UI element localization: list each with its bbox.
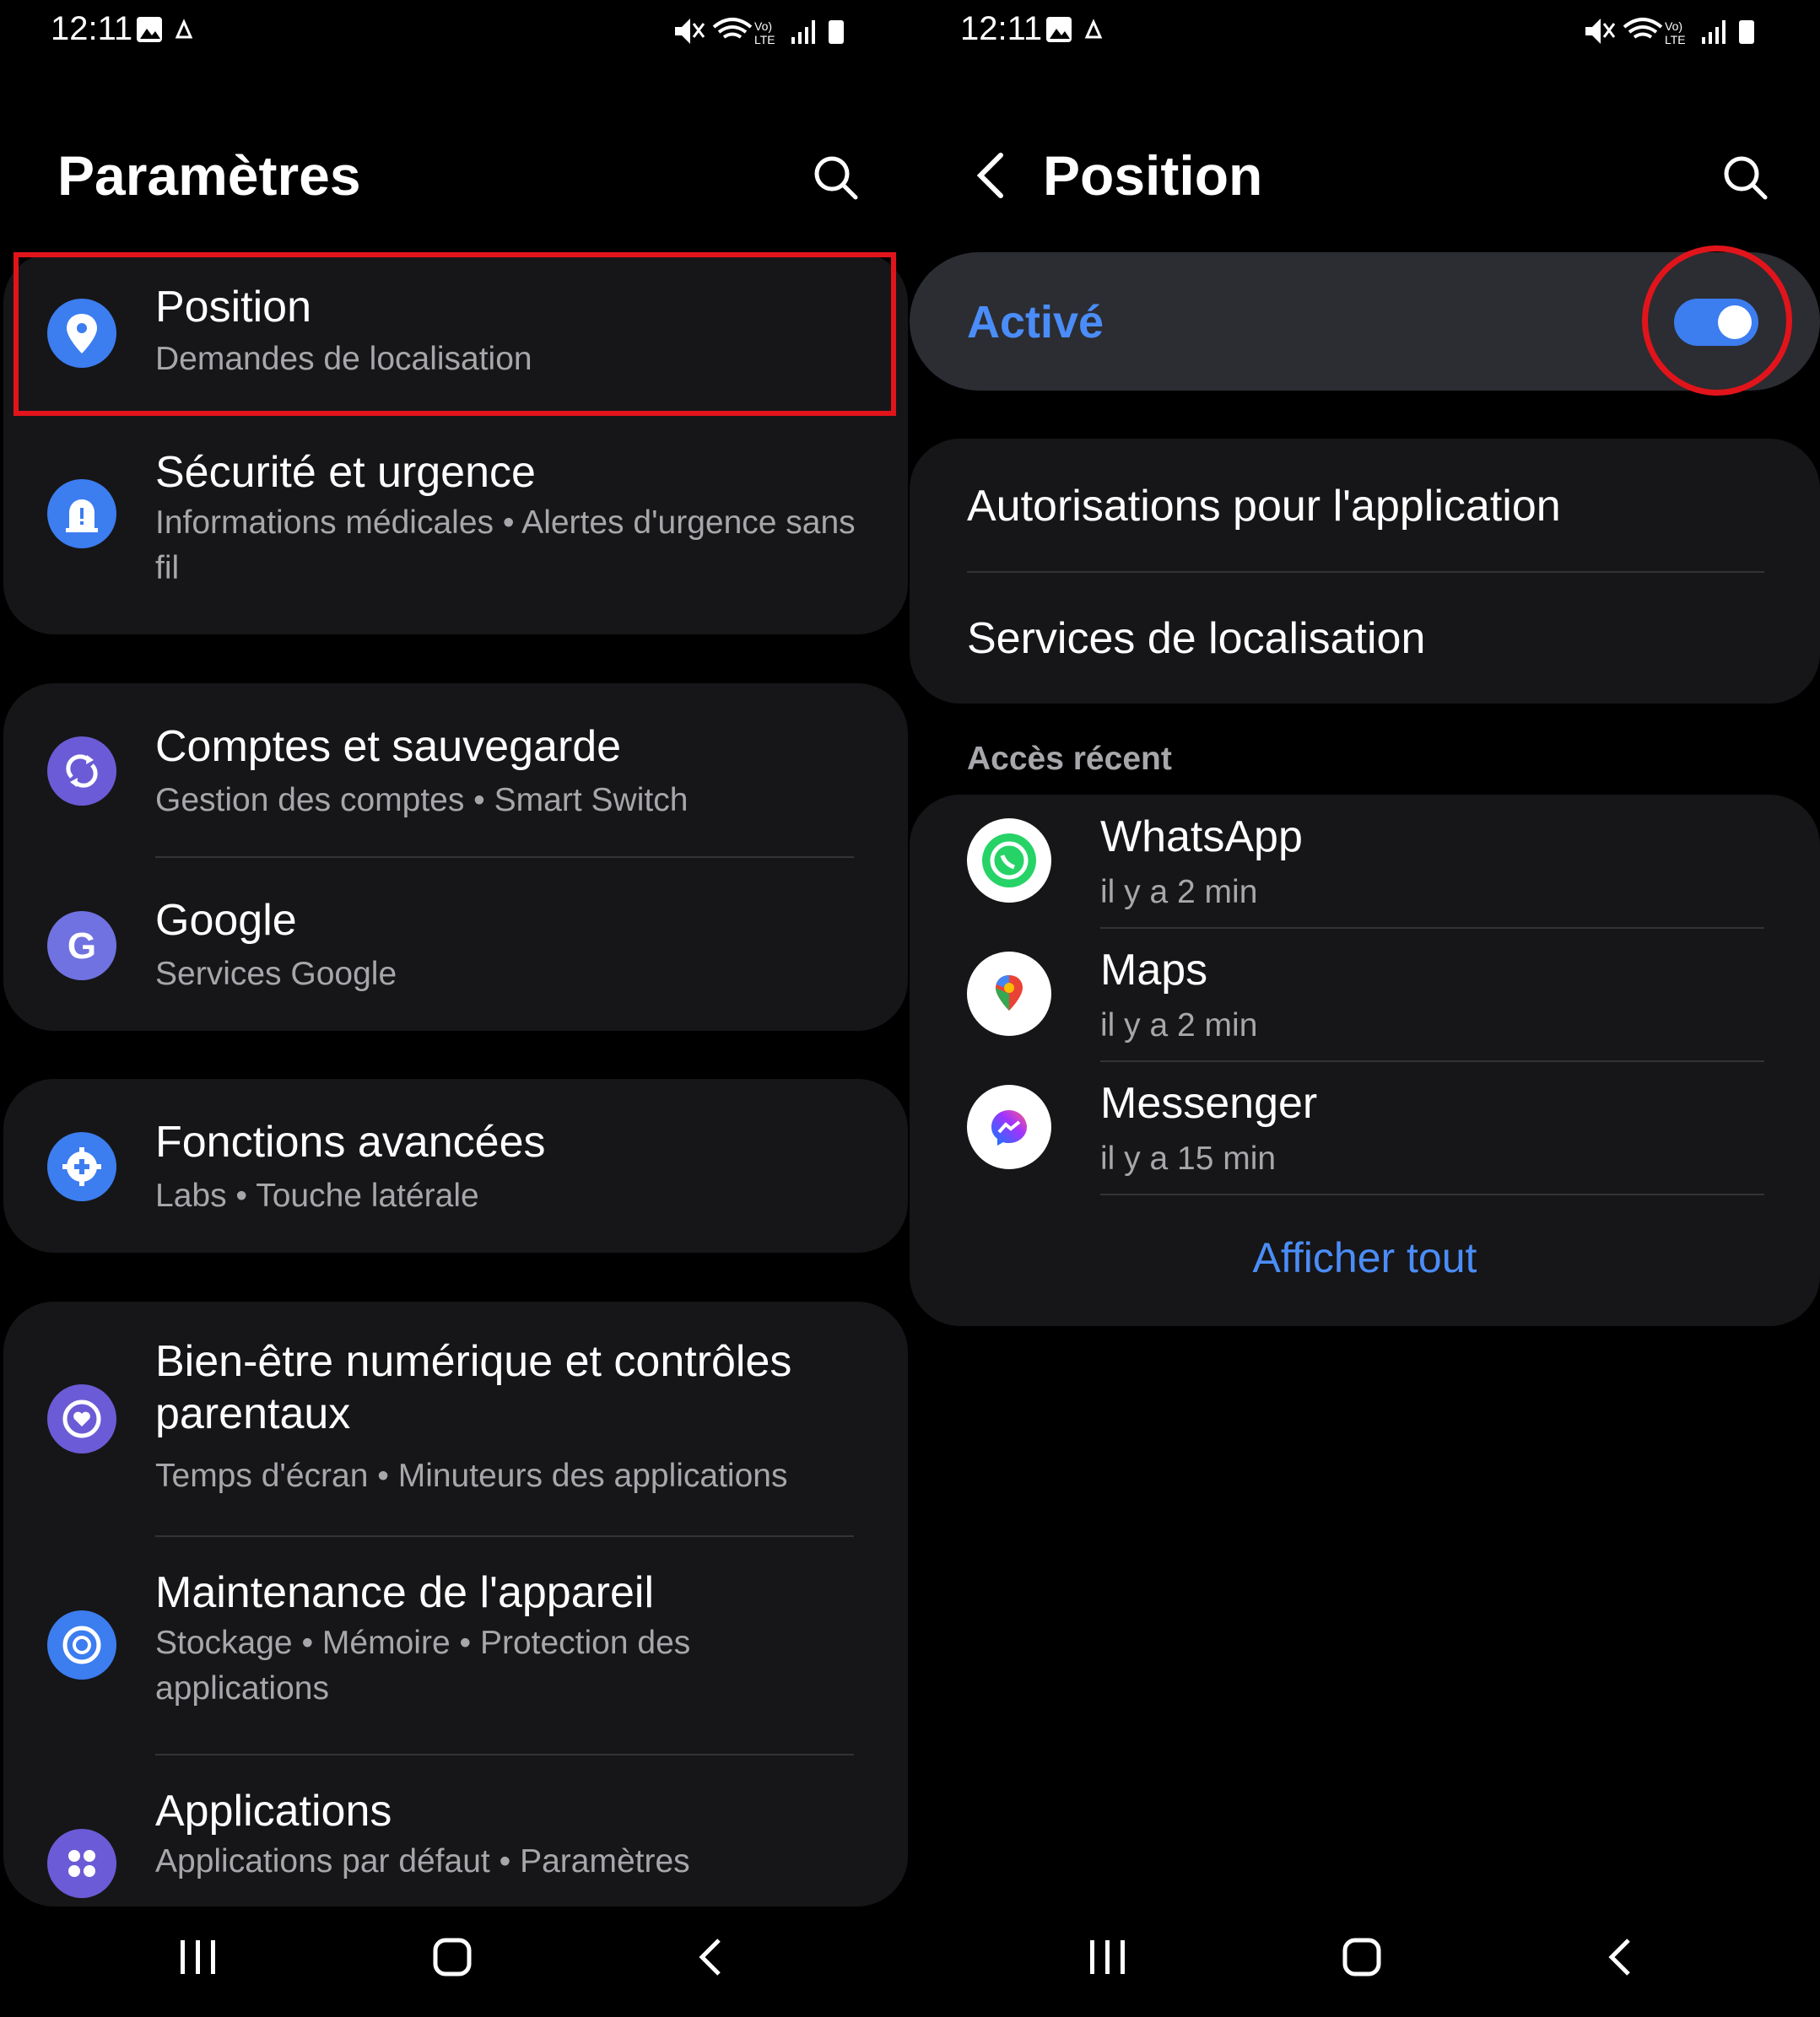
- row-title: Autorisations pour l'application: [967, 482, 1561, 531]
- notification-icons: [1046, 17, 1103, 42]
- notification-icons: [137, 17, 193, 42]
- recent-access-card: WhatsApp il y a 2 min Maps il y a 2 min …: [910, 795, 1820, 1326]
- svg-text:LTE: LTE: [1665, 33, 1686, 46]
- item-subtitle: Gestion des comptes • Smart Switch: [155, 782, 689, 818]
- settings-item-wellbeing[interactable]: Bien-être numérique et contrôles parenta…: [3, 1302, 908, 1536]
- navigation-bar: [910, 1890, 1820, 2017]
- system-status-icons: Vo) LTE: [675, 18, 844, 46]
- item-title: Fonctions avancées: [155, 1118, 546, 1167]
- messenger-icon: [967, 1085, 1051, 1169]
- svg-text:G: G: [68, 925, 96, 967]
- app-permissions-row[interactable]: Autorisations pour l'application: [910, 439, 1820, 572]
- home-icon[interactable]: [432, 1937, 474, 1979]
- settings-card-4: Bien-être numérique et contrôles parenta…: [3, 1302, 908, 1906]
- back-nav-icon[interactable]: [692, 1937, 734, 1979]
- page-title: Position: [1043, 144, 1263, 207]
- recent-access-header: Accès récent: [967, 741, 1172, 777]
- app-name: WhatsApp: [1100, 812, 1303, 861]
- settings-item-maintenance[interactable]: Maintenance de l'appareil Stockage • Mém…: [3, 1536, 908, 1755]
- toggle-label: Activé: [967, 297, 1104, 348]
- alert-bell-icon: [47, 479, 116, 548]
- recent-item-whatsapp[interactable]: WhatsApp il y a 2 min: [910, 795, 1820, 928]
- settings-item-security[interactable]: Sécurité et urgence Informations médical…: [3, 416, 908, 634]
- search-icon[interactable]: [1720, 152, 1770, 202]
- item-title: Applications: [155, 1787, 392, 1836]
- status-bar: 12:11 Vo) LTE: [910, 0, 1820, 59]
- home-icon[interactable]: [1342, 1937, 1384, 1979]
- navigation-bar: [0, 1890, 910, 2017]
- item-subtitle: Informations médicales • Alertes d'urgen…: [155, 504, 856, 586]
- item-title: Bien-être numérique et contrôles parenta…: [155, 1337, 792, 1438]
- sync-icon: [47, 736, 116, 806]
- location-services-row[interactable]: Services de localisation: [910, 573, 1820, 704]
- item-subtitle: Stockage • Mémoire • Protection des appl…: [155, 1625, 691, 1707]
- app-time: il y a 2 min: [1100, 874, 1258, 910]
- settings-item-applications[interactable]: Applications Applications par défaut • P…: [3, 1755, 908, 1906]
- show-all-link[interactable]: Afficher tout: [910, 1233, 1820, 1282]
- item-subtitle: Labs • Touche latérale: [155, 1178, 479, 1214]
- location-toggle-row[interactable]: Activé: [910, 245, 1820, 396]
- recent-apps-icon[interactable]: [1087, 1937, 1129, 1979]
- gear-plus-icon: [47, 1132, 116, 1201]
- device-care-icon: [47, 1610, 116, 1680]
- status-time: 12:11: [960, 10, 1043, 47]
- divider: [1100, 1194, 1764, 1195]
- svg-text:LTE: LTE: [754, 33, 775, 46]
- settings-item-advanced[interactable]: Fonctions avancées Labs • Touche latéral…: [3, 1079, 908, 1253]
- settings-card-3: Fonctions avancées Labs • Touche latéral…: [3, 1079, 908, 1253]
- item-subtitle: Temps d'écran • Minuteurs des applicatio…: [155, 1458, 788, 1494]
- highlight-box: [14, 252, 896, 416]
- whatsapp-icon: [967, 818, 1051, 903]
- apps-grid-icon: [47, 1829, 116, 1898]
- item-subtitle: Services Google: [155, 956, 397, 992]
- settings-card-2: Comptes et sauvegarde Gestion des compte…: [3, 683, 908, 1031]
- page-title: Paramètres: [57, 144, 361, 207]
- row-title: Services de localisation: [967, 614, 1426, 663]
- search-icon[interactable]: [810, 152, 861, 202]
- recent-item-maps[interactable]: Maps il y a 2 min: [910, 928, 1820, 1061]
- item-title: Sécurité et urgence: [155, 448, 536, 497]
- svg-text:Vo): Vo): [1665, 19, 1682, 33]
- status-time: 12:11: [51, 10, 133, 47]
- svg-text:Vo): Vo): [754, 19, 772, 33]
- app-name: Messenger: [1100, 1079, 1318, 1128]
- maps-icon: [967, 952, 1051, 1036]
- app-name: Maps: [1100, 946, 1208, 995]
- recent-apps-icon[interactable]: [177, 1937, 219, 1979]
- app-time: il y a 2 min: [1100, 1007, 1258, 1044]
- position-menu-card: Autorisations pour l'application Service…: [910, 439, 1820, 704]
- google-icon: G: [47, 911, 116, 980]
- settings-screen: 12:11 Vo) LTE Paramètres Position Demand…: [0, 0, 910, 2017]
- recent-item-messenger[interactable]: Messenger il y a 15 min: [910, 1061, 1820, 1195]
- back-arrow-icon[interactable]: [969, 150, 1011, 201]
- item-subtitle: Applications par défaut • Paramètres: [155, 1843, 690, 1879]
- back-nav-icon[interactable]: [1601, 1937, 1644, 1979]
- settings-item-google[interactable]: G Google Services Google: [3, 857, 908, 1031]
- highlight-circle: [1642, 245, 1792, 396]
- app-time: il y a 15 min: [1100, 1141, 1277, 1177]
- system-status-icons: Vo) LTE: [1585, 18, 1754, 46]
- item-title: Google: [155, 896, 297, 945]
- status-bar: 12:11 Vo) LTE: [0, 0, 910, 59]
- item-title: Maintenance de l'appareil: [155, 1568, 654, 1617]
- heart-circle-icon: [47, 1384, 116, 1453]
- item-title: Comptes et sauvegarde: [155, 722, 622, 771]
- settings-item-accounts[interactable]: Comptes et sauvegarde Gestion des compte…: [3, 683, 908, 857]
